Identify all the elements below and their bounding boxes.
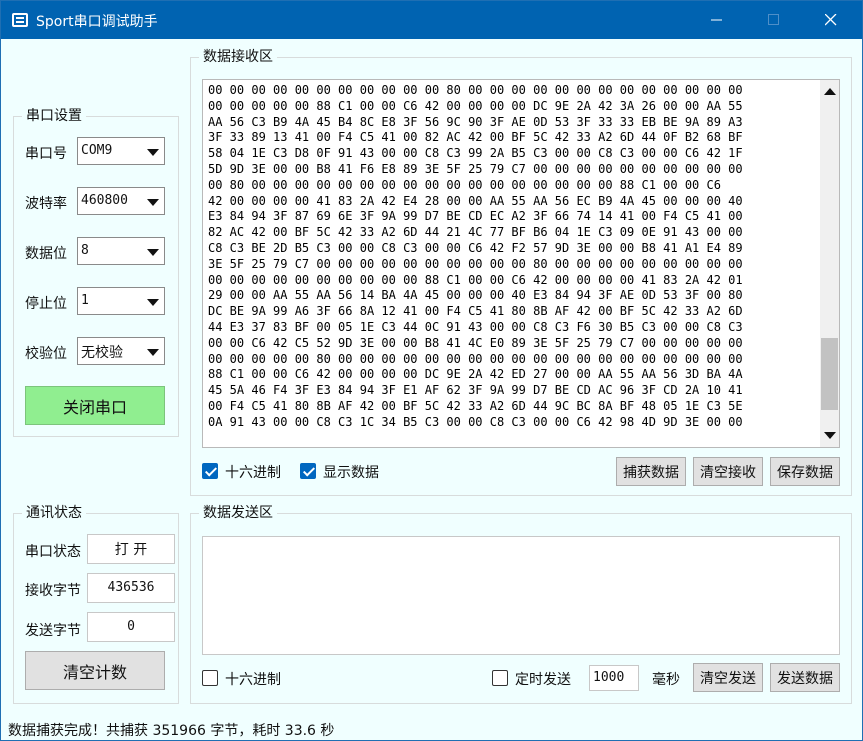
receive-data-text: 00 00 00 00 00 00 00 00 00 00 00 80 00 0…: [208, 83, 743, 429]
close-icon: [825, 14, 837, 26]
send-data-button[interactable]: 发送数据: [770, 663, 840, 692]
chevron-down-icon: [147, 299, 159, 306]
window-title: Sport串口调试助手: [36, 14, 158, 30]
receive-hex-label: 十六进制: [225, 465, 281, 481]
show-data-checkbox[interactable]: 显示数据: [300, 462, 390, 481]
databits-select[interactable]: 8: [77, 237, 165, 265]
receive-title: 数据接收区: [199, 48, 277, 66]
databits-label: 数据位: [25, 246, 67, 262]
interval-unit-label: 毫秒: [652, 672, 680, 688]
send-title: 数据发送区: [199, 504, 277, 522]
stopbits-label: 停止位: [25, 296, 67, 312]
send-hex-checkbox[interactable]: 十六进制: [202, 669, 292, 688]
receive-hex-checkbox[interactable]: 十六进制: [202, 462, 292, 481]
parity-select[interactable]: 无校验: [77, 337, 165, 365]
tx-bytes-field: 0: [87, 612, 175, 642]
minimize-icon: [711, 19, 722, 21]
save-data-button[interactable]: 保存数据: [770, 457, 840, 486]
receive-scrollbar[interactable]: [820, 80, 839, 447]
clear-count-button[interactable]: 清空计数: [25, 651, 165, 690]
parity-value: 无校验: [81, 345, 123, 361]
clear-send-button[interactable]: 清空发送: [693, 663, 763, 692]
baud-label: 波特率: [25, 196, 67, 212]
capture-data-button[interactable]: 捕获数据: [616, 457, 686, 486]
databits-value: 8: [81, 243, 89, 258]
minimize-button[interactable]: [694, 1, 740, 39]
port-value: COM9: [81, 143, 113, 158]
checkbox-checked-icon: [202, 463, 218, 479]
baud-select[interactable]: 460800: [77, 187, 165, 215]
maximize-icon: [768, 14, 779, 25]
scroll-up-icon[interactable]: [824, 88, 836, 95]
rx-bytes-label: 接收字节: [25, 583, 81, 599]
chevron-down-icon: [147, 149, 159, 156]
send-textarea[interactable]: [202, 536, 840, 655]
stopbits-value: 1: [81, 293, 89, 308]
timed-send-label: 定时发送: [515, 672, 571, 688]
port-status-label: 串口状态: [25, 544, 81, 560]
checkbox-unchecked-icon: [492, 670, 508, 686]
maximize-button[interactable]: [751, 1, 797, 39]
chevron-down-icon: [147, 249, 159, 256]
chevron-down-icon: [147, 199, 159, 206]
show-data-label: 显示数据: [323, 465, 379, 481]
serial-settings-title: 串口设置: [22, 107, 86, 125]
port-label: 串口号: [25, 146, 67, 162]
toggle-port-button[interactable]: 关闭串口: [25, 386, 165, 425]
app-icon: [12, 13, 28, 27]
scroll-down-icon[interactable]: [824, 432, 836, 439]
title-bar[interactable]: Sport串口调试助手: [1, 1, 862, 39]
send-hex-label: 十六进制: [225, 672, 281, 688]
receive-textarea[interactable]: 00 00 00 00 00 00 00 00 00 00 00 80 00 0…: [202, 79, 840, 448]
checkbox-checked-icon: [300, 463, 316, 479]
baud-value: 460800: [81, 193, 128, 208]
checkbox-unchecked-icon: [202, 670, 218, 686]
parity-label: 校验位: [25, 346, 67, 362]
chevron-down-icon: [147, 349, 159, 356]
rx-bytes-field: 436536: [87, 573, 175, 603]
comm-status-title: 通讯状态: [22, 504, 86, 522]
close-button[interactable]: [808, 1, 854, 39]
clear-receive-button[interactable]: 清空接收: [693, 457, 763, 486]
port-status-field: 打 开: [87, 534, 175, 564]
app-window: Sport串口调试助手 串口设置 串口号 COM9 波特率 460800 数据位…: [0, 0, 863, 741]
timed-send-checkbox[interactable]: 定时发送: [492, 669, 580, 688]
scroll-thumb[interactable]: [821, 338, 838, 410]
interval-input[interactable]: 1000: [589, 665, 639, 691]
port-select[interactable]: COM9: [77, 137, 165, 165]
status-bar-message: 数据捕获完成！共捕获 351966 字节，耗时 33.6 秒: [8, 723, 335, 739]
stopbits-select[interactable]: 1: [77, 287, 165, 315]
tx-bytes-label: 发送字节: [25, 623, 81, 639]
